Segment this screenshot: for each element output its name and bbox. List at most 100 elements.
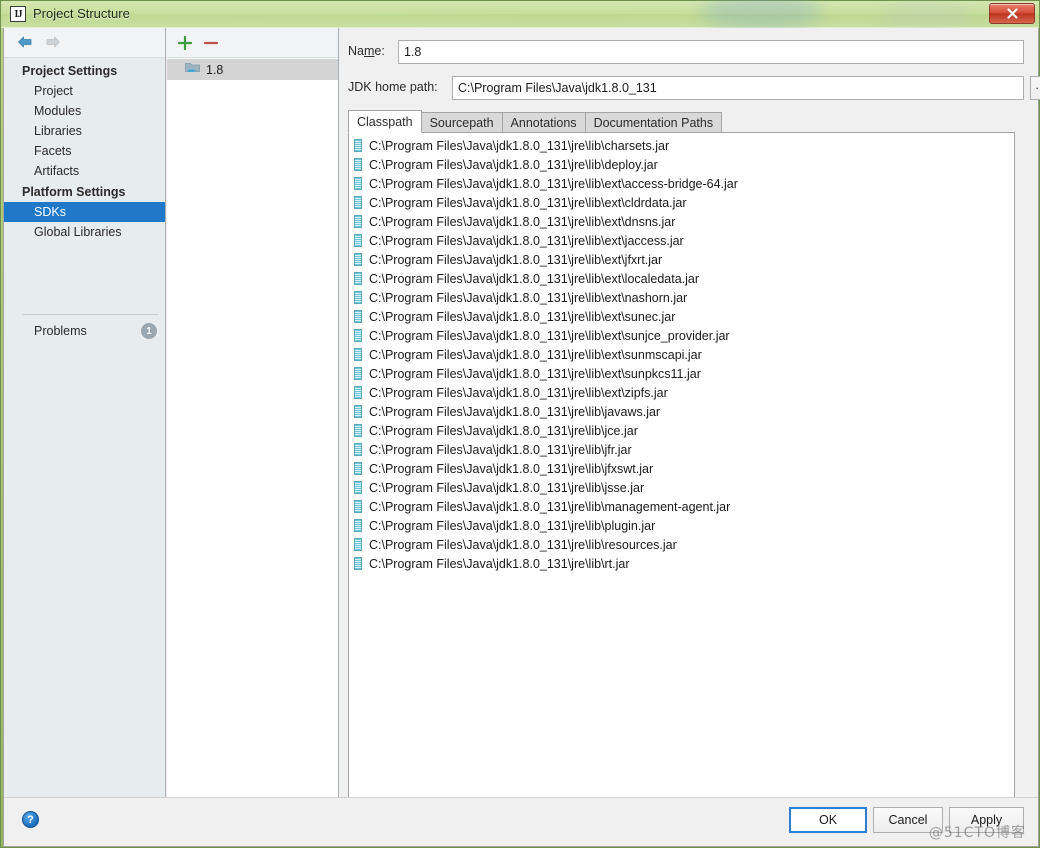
help-icon[interactable]: ? [22, 811, 39, 828]
apply-button[interactable]: Apply [949, 807, 1024, 833]
jar-file-icon [354, 367, 362, 380]
classpath-row[interactable]: C:\Program Files\Java\jdk1.8.0_131\jre\l… [349, 250, 1014, 269]
classpath-entry-label: C:\Program Files\Java\jdk1.8.0_131\jre\l… [369, 309, 676, 324]
sidebar-item-artifacts[interactable]: Artifacts [4, 161, 165, 181]
classpath-row[interactable]: C:\Program Files\Java\jdk1.8.0_131\jre\l… [349, 478, 1014, 497]
jdk-folder-icon [185, 61, 200, 78]
classpath-row[interactable]: C:\Program Files\Java\jdk1.8.0_131\jre\l… [349, 421, 1014, 440]
back-arrow-icon[interactable] [16, 34, 34, 50]
jar-file-icon [354, 234, 362, 247]
classpath-row[interactable]: C:\Program Files\Java\jdk1.8.0_131\jre\l… [349, 535, 1014, 554]
classpath-row[interactable]: C:\Program Files\Java\jdk1.8.0_131\jre\l… [349, 231, 1014, 250]
classpath-row[interactable]: C:\Program Files\Java\jdk1.8.0_131\jre\l… [349, 193, 1014, 212]
jdk-home-path-input[interactable]: C:\Program Files\Java\jdk1.8.0_131 [452, 76, 1024, 100]
classpath-entry-label: C:\Program Files\Java\jdk1.8.0_131\jre\l… [369, 290, 688, 305]
browse-button[interactable]: ... [1030, 76, 1040, 100]
classpath-row[interactable]: C:\Program Files\Java\jdk1.8.0_131\jre\l… [349, 440, 1014, 459]
tab-sourcepath[interactable]: Sourcepath [420, 112, 503, 133]
jar-file-icon [354, 272, 362, 285]
problems-label: Problems [34, 324, 87, 338]
classpath-row[interactable]: C:\Program Files\Java\jdk1.8.0_131\jre\l… [349, 136, 1014, 155]
jar-file-icon [354, 557, 362, 570]
classpath-row[interactable]: C:\Program Files\Java\jdk1.8.0_131\jre\l… [349, 402, 1014, 421]
problems-count-badge: 1 [141, 323, 157, 339]
intellij-idea-icon: IJ [10, 6, 26, 22]
sidebar-item-sdks[interactable]: SDKs [4, 202, 165, 222]
dialog-client-area: Project Settings Project Modules Librari… [3, 28, 1040, 847]
classpath-row[interactable]: C:\Program Files\Java\jdk1.8.0_131\jre\l… [349, 364, 1014, 383]
jar-file-icon [354, 158, 362, 171]
sdk-tree-item[interactable]: 1.8 [167, 59, 338, 80]
classpath-row[interactable]: C:\Program Files\Java\jdk1.8.0_131\jre\l… [349, 174, 1014, 193]
classpath-row[interactable]: C:\Program Files\Java\jdk1.8.0_131\jre\l… [349, 288, 1014, 307]
sidebar-group-project-settings: Project Settings [22, 64, 118, 78]
forward-arrow-icon [44, 34, 62, 50]
minus-icon [203, 41, 219, 45]
classpath-row[interactable]: C:\Program Files\Java\jdk1.8.0_131\jre\l… [349, 326, 1014, 345]
classpath-row[interactable]: C:\Program Files\Java\jdk1.8.0_131\jre\l… [349, 497, 1014, 516]
jar-file-icon [354, 196, 362, 209]
classpath-entry-label: C:\Program Files\Java\jdk1.8.0_131\jre\l… [369, 328, 730, 343]
tab-documentation-paths[interactable]: Documentation Paths [584, 112, 723, 133]
classpath-row[interactable]: C:\Program Files\Java\jdk1.8.0_131\jre\l… [349, 269, 1014, 288]
classpath-row[interactable]: C:\Program Files\Java\jdk1.8.0_131\jre\l… [349, 307, 1014, 326]
jar-file-icon [354, 348, 362, 361]
jar-file-icon [354, 139, 362, 152]
classpath-entry-label: C:\Program Files\Java\jdk1.8.0_131\jre\l… [369, 233, 684, 248]
ok-button[interactable]: OK [789, 807, 867, 833]
title-bar: IJ Project Structure [1, 0, 1039, 31]
jar-file-icon [354, 405, 362, 418]
close-button[interactable] [989, 3, 1035, 24]
jar-file-icon [354, 443, 362, 456]
sdk-tree-toolbar [167, 28, 338, 58]
jar-file-icon [354, 310, 362, 323]
classpath-entry-label: C:\Program Files\Java\jdk1.8.0_131\jre\l… [369, 271, 700, 286]
classpath-entry-label: C:\Program Files\Java\jdk1.8.0_131\jre\l… [369, 556, 630, 571]
jar-file-icon [354, 519, 362, 532]
name-input[interactable]: 1.8 [398, 40, 1024, 64]
classpath-row[interactable]: C:\Program Files\Java\jdk1.8.0_131\jre\l… [349, 155, 1014, 174]
sdk-tree-panel: 1.8 [167, 28, 339, 846]
classpath-entry-label: C:\Program Files\Java\jdk1.8.0_131\jre\l… [369, 423, 638, 438]
remove-sdk-button[interactable] [201, 33, 221, 53]
classpath-entry-label: C:\Program Files\Java\jdk1.8.0_131\jre\l… [369, 442, 632, 457]
classpath-list: C:\Program Files\Java\jdk1.8.0_131\jre\l… [349, 133, 1014, 573]
path-tabs: Classpath Sourcepath Annotations Documen… [348, 110, 723, 133]
sidebar-item-modules[interactable]: Modules [4, 101, 165, 121]
sidebar-divider [22, 314, 158, 315]
classpath-entry-label: C:\Program Files\Java\jdk1.8.0_131\jre\l… [369, 385, 668, 400]
classpath-row[interactable]: C:\Program Files\Java\jdk1.8.0_131\jre\l… [349, 212, 1014, 231]
tab-annotations[interactable]: Annotations [501, 112, 586, 133]
dialog-footer: ? OK Cancel Apply @51CTO博客 [4, 797, 1038, 846]
classpath-entry-label: C:\Program Files\Java\jdk1.8.0_131\jre\l… [369, 518, 656, 533]
jar-file-icon [354, 215, 362, 228]
sidebar-item-project[interactable]: Project [4, 81, 165, 101]
sidebar-item-problems[interactable]: Problems 1 [4, 322, 165, 342]
tab-classpath[interactable]: Classpath [348, 110, 422, 133]
classpath-row[interactable]: C:\Program Files\Java\jdk1.8.0_131\jre\l… [349, 516, 1014, 535]
classpath-entry-label: C:\Program Files\Java\jdk1.8.0_131\jre\l… [369, 366, 701, 381]
sidebar-item-libraries[interactable]: Libraries [4, 121, 165, 141]
classpath-row[interactable]: C:\Program Files\Java\jdk1.8.0_131\jre\l… [349, 459, 1014, 478]
classpath-row[interactable]: C:\Program Files\Java\jdk1.8.0_131\jre\l… [349, 554, 1014, 573]
sidebar-nav-bar [4, 28, 165, 58]
classpath-list-panel[interactable]: C:\Program Files\Java\jdk1.8.0_131\jre\l… [348, 132, 1015, 817]
name-label: Name: [348, 44, 385, 58]
jar-file-icon [354, 291, 362, 304]
settings-sidebar: Project Settings Project Modules Librari… [4, 28, 166, 846]
classpath-row[interactable]: C:\Program Files\Java\jdk1.8.0_131\jre\l… [349, 383, 1014, 402]
classpath-entry-label: C:\Program Files\Java\jdk1.8.0_131\jre\l… [369, 347, 702, 362]
jar-file-icon [354, 424, 362, 437]
classpath-entry-label: C:\Program Files\Java\jdk1.8.0_131\jre\l… [369, 157, 658, 172]
classpath-entry-label: C:\Program Files\Java\jdk1.8.0_131\jre\l… [369, 537, 677, 552]
sidebar-item-global-libraries[interactable]: Global Libraries [4, 222, 165, 242]
sidebar-item-facets[interactable]: Facets [4, 141, 165, 161]
jar-file-icon [354, 386, 362, 399]
sdk-list: 1.8 [167, 59, 338, 80]
plus-icon [177, 35, 193, 51]
jar-file-icon [354, 538, 362, 551]
cancel-button[interactable]: Cancel [873, 807, 943, 833]
classpath-entry-label: C:\Program Files\Java\jdk1.8.0_131\jre\l… [369, 404, 661, 419]
add-sdk-button[interactable] [175, 33, 195, 53]
classpath-row[interactable]: C:\Program Files\Java\jdk1.8.0_131\jre\l… [349, 345, 1014, 364]
